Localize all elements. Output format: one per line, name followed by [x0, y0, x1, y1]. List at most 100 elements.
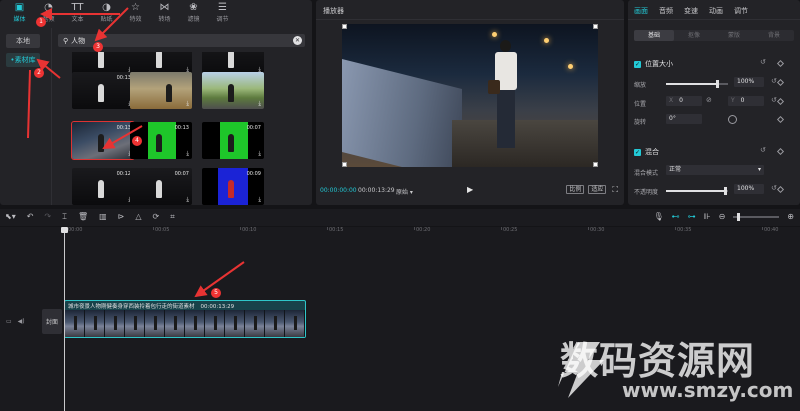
- video-preview[interactable]: [342, 24, 598, 167]
- tile-person: [228, 84, 234, 102]
- sub-tab-mask[interactable]: 蒙版: [714, 30, 754, 41]
- tile-person: [156, 134, 162, 152]
- sub-tab-keying[interactable]: 抠像: [674, 30, 714, 41]
- download-icon[interactable]: ⤓: [186, 151, 189, 157]
- resize-handle[interactable]: [342, 162, 347, 167]
- microphone-icon[interactable]: 🎙: [653, 212, 663, 221]
- download-icon[interactable]: ⤓: [258, 151, 261, 157]
- tile-duration: 00:09: [246, 171, 261, 177]
- keyframe-icon[interactable]: [776, 185, 785, 194]
- section-position-size[interactable]: ✓ 位置大小: [634, 59, 673, 69]
- keyframe-icon[interactable]: [776, 115, 785, 124]
- resize-handle[interactable]: [593, 162, 598, 167]
- scale-slider[interactable]: [666, 80, 728, 88]
- tab-media[interactable]: ▣ 媒体: [5, 0, 34, 26]
- keyframe-icon[interactable]: [776, 59, 785, 68]
- fit-button[interactable]: 适应: [588, 185, 607, 194]
- opacity-slider[interactable]: [666, 187, 728, 195]
- position-x-input[interactable]: X0: [666, 96, 702, 106]
- zoom-in-icon[interactable]: ⊕: [787, 212, 794, 221]
- checkbox-icon[interactable]: ✓: [634, 60, 641, 68]
- media-tile[interactable]: ⤓: [202, 72, 264, 109]
- delete-icon[interactable]: 🗑: [78, 212, 88, 222]
- mirror-icon[interactable]: △: [135, 212, 141, 222]
- prop-tab-audio[interactable]: 音频: [659, 6, 673, 16]
- link-icon[interactable]: ⊘: [706, 96, 712, 104]
- reverse-icon[interactable]: ⊳: [118, 212, 125, 222]
- ratio-dropdown[interactable]: 原始 ▾: [396, 187, 413, 196]
- tab-effects[interactable]: ☆ 特效: [121, 0, 150, 26]
- media-tile[interactable]: 00:13⤓: [72, 72, 134, 109]
- playhead-handle[interactable]: [61, 227, 68, 233]
- total-time: 00:00:13:29: [358, 187, 395, 194]
- sub-tab-background[interactable]: 背景: [754, 30, 794, 41]
- resize-handle[interactable]: [342, 24, 347, 29]
- track-visibility-icon[interactable]: ▭: [6, 318, 12, 325]
- tab-adjust[interactable]: ☰ 调节: [208, 0, 237, 26]
- playhead[interactable]: [64, 227, 65, 411]
- cover-button[interactable]: 封面: [42, 309, 62, 334]
- media-tile[interactable]: 00:07 ⤓: [130, 168, 192, 205]
- fullscreen-icon[interactable]: ⛶: [610, 185, 620, 194]
- prop-tab-picture[interactable]: 画面: [634, 6, 648, 16]
- preview-axis-icon[interactable]: ⊪: [704, 212, 711, 221]
- clear-icon[interactable]: ✕: [293, 36, 302, 45]
- prop-tab-adjust[interactable]: 调节: [734, 6, 748, 16]
- tab-sticker[interactable]: ◑ 贴纸: [92, 0, 121, 26]
- prop-tab-speed[interactable]: 变速: [684, 6, 698, 16]
- position-y-input[interactable]: Y0: [728, 96, 764, 106]
- prop-tab-animation[interactable]: 动画: [709, 6, 723, 16]
- scale-value[interactable]: 100%: [734, 77, 764, 87]
- magnet-icon[interactable]: ⊷: [672, 212, 680, 221]
- tab-filter[interactable]: ❀ 滤镜: [179, 0, 208, 26]
- reset-icon[interactable]: ↺: [760, 146, 766, 154]
- freeze-icon[interactable]: ▥: [99, 212, 107, 222]
- resize-handle[interactable]: [593, 24, 598, 29]
- reset-icon[interactable]: ↺: [760, 58, 766, 66]
- tab-transition[interactable]: ⋈ 转场: [150, 0, 179, 26]
- link-track-icon[interactable]: ⊶: [688, 212, 696, 221]
- street-light: [492, 32, 497, 37]
- section-blend[interactable]: ✓ 混合: [634, 147, 659, 157]
- side-nav-library[interactable]: • 素材库: [6, 53, 40, 67]
- rotate-dial-icon[interactable]: [728, 115, 737, 124]
- keyframe-icon[interactable]: [776, 78, 785, 87]
- undo-icon[interactable]: ↶: [27, 212, 34, 222]
- timeline-clip[interactable]: 城市夜景人物刚健奏身穿西装拎着包行走的街道素材 00:00:13:29: [64, 300, 306, 338]
- download-icon[interactable]: ⤓: [258, 101, 261, 107]
- media-tile[interactable]: ⤓: [130, 72, 192, 109]
- ruler-tick: 00:00: [65, 227, 83, 233]
- reset-icon[interactable]: ↺: [771, 96, 777, 104]
- ratio-button[interactable]: 比例: [566, 185, 585, 194]
- rotate-input[interactable]: 0°: [666, 114, 702, 124]
- tile-duration: 00:12: [116, 171, 131, 177]
- crop-icon[interactable]: ⌗: [170, 212, 175, 222]
- media-tile[interactable]: 00:13⤓: [71, 121, 135, 160]
- checkbox-icon[interactable]: ✓: [634, 148, 641, 156]
- tab-text[interactable]: TT 文本: [63, 0, 92, 26]
- download-icon[interactable]: ⤓: [186, 101, 189, 107]
- reset-icon[interactable]: ↺: [771, 184, 777, 192]
- tile-duration: 00:07: [174, 171, 189, 177]
- keyframe-icon[interactable]: [776, 97, 785, 106]
- media-tile[interactable]: 00:07 ⤓: [202, 122, 264, 159]
- play-icon[interactable]: ▶: [467, 185, 473, 194]
- reset-icon[interactable]: ↺: [771, 77, 777, 85]
- download-icon[interactable]: ⤓: [186, 197, 189, 203]
- split-icon[interactable]: ⌶: [62, 212, 67, 222]
- media-tile[interactable]: 00:09 ⤓: [202, 168, 264, 205]
- zoom-slider[interactable]: [733, 212, 780, 221]
- rotate-icon[interactable]: ⟳: [153, 212, 160, 222]
- blend-mode-select[interactable]: 正常 ▾: [666, 165, 764, 175]
- media-tile[interactable]: 00:12⤓: [72, 168, 134, 205]
- track-audio-icon[interactable]: ◀): [18, 318, 25, 325]
- select-tool-icon[interactable]: ⬉▾: [5, 212, 16, 222]
- opacity-value[interactable]: 100%: [734, 184, 764, 194]
- sub-tab-basic[interactable]: 基础: [634, 30, 674, 41]
- media-panel: ▣ 媒体 ◔ 音频 TT 文本 ◑ 贴纸 ☆ 特效 ⋈ 转场 ❀ 滤镜 ☰ 调节…: [0, 0, 312, 205]
- download-icon[interactable]: ⤓: [258, 197, 261, 203]
- redo-icon[interactable]: ↷: [44, 212, 51, 222]
- zoom-out-icon[interactable]: ⊖: [719, 212, 726, 221]
- side-nav-local[interactable]: 本地: [6, 34, 40, 48]
- keyframe-icon[interactable]: [776, 147, 785, 156]
